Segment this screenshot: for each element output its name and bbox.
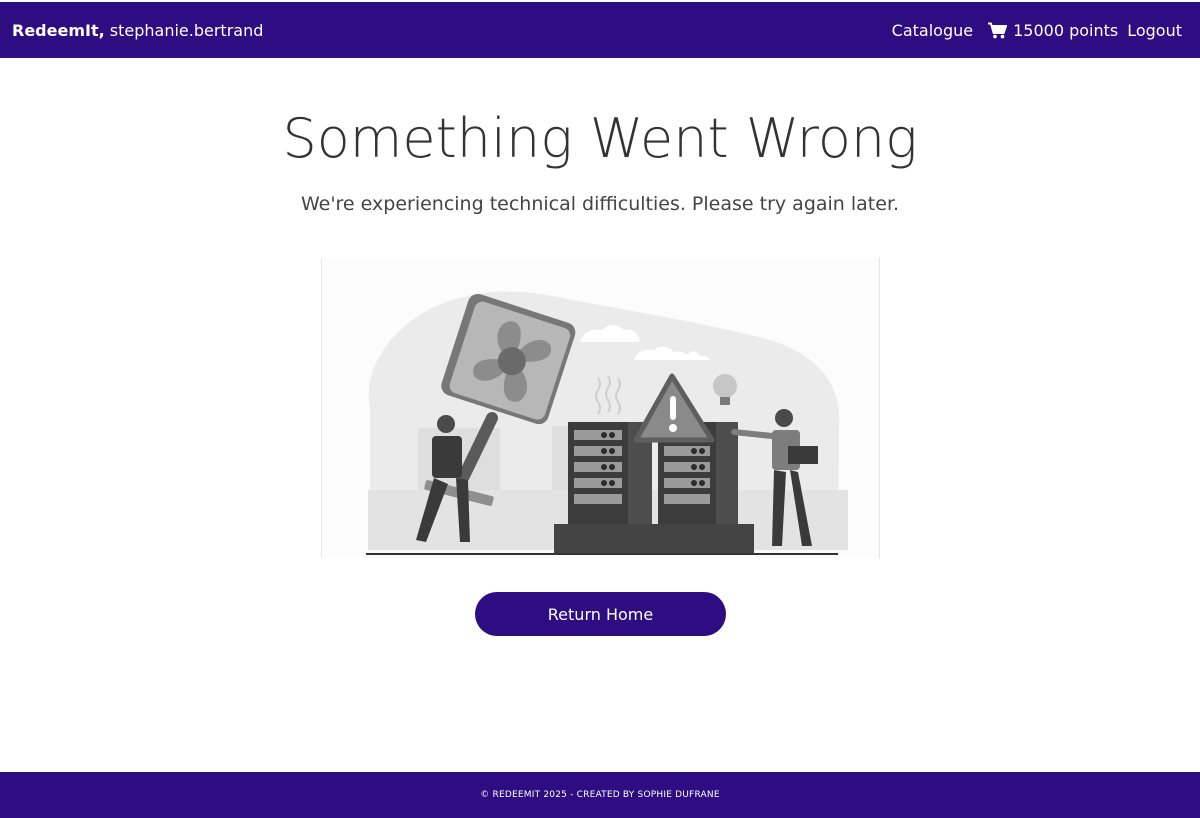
page-subtitle: We're experiencing technical difficultie…	[300, 193, 900, 215]
error-illustration	[321, 258, 880, 558]
cart-link[interactable]: 15000 points	[988, 21, 1118, 40]
top-navbar: RedeemIt, stephanie.bertrand Catalogue 1…	[0, 2, 1200, 58]
brand[interactable]: RedeemIt, stephanie.bertrand	[12, 21, 263, 40]
brand-name[interactable]: RedeemIt,	[12, 21, 105, 40]
catalogue-link[interactable]: Catalogue	[892, 21, 973, 40]
shopping-cart-icon	[988, 22, 1008, 38]
page-title: Something Went Wrong	[282, 107, 918, 170]
return-home-button[interactable]: Return Home	[475, 592, 726, 636]
logout-link[interactable]: Logout	[1127, 21, 1182, 40]
server-repair-illustration	[366, 291, 848, 555]
footer: © REDEEMIT 2025 - CREATED BY SOPHIE DUFR…	[0, 772, 1200, 818]
username: stephanie.bertrand	[109, 20, 264, 40]
points-balance: 15000 points	[1013, 20, 1119, 40]
nav-actions: Catalogue 15000 points Logout	[892, 21, 1182, 40]
footer-copyright: © REDEEMIT 2025 - CREATED BY SOPHIE DUFR…	[480, 790, 720, 800]
